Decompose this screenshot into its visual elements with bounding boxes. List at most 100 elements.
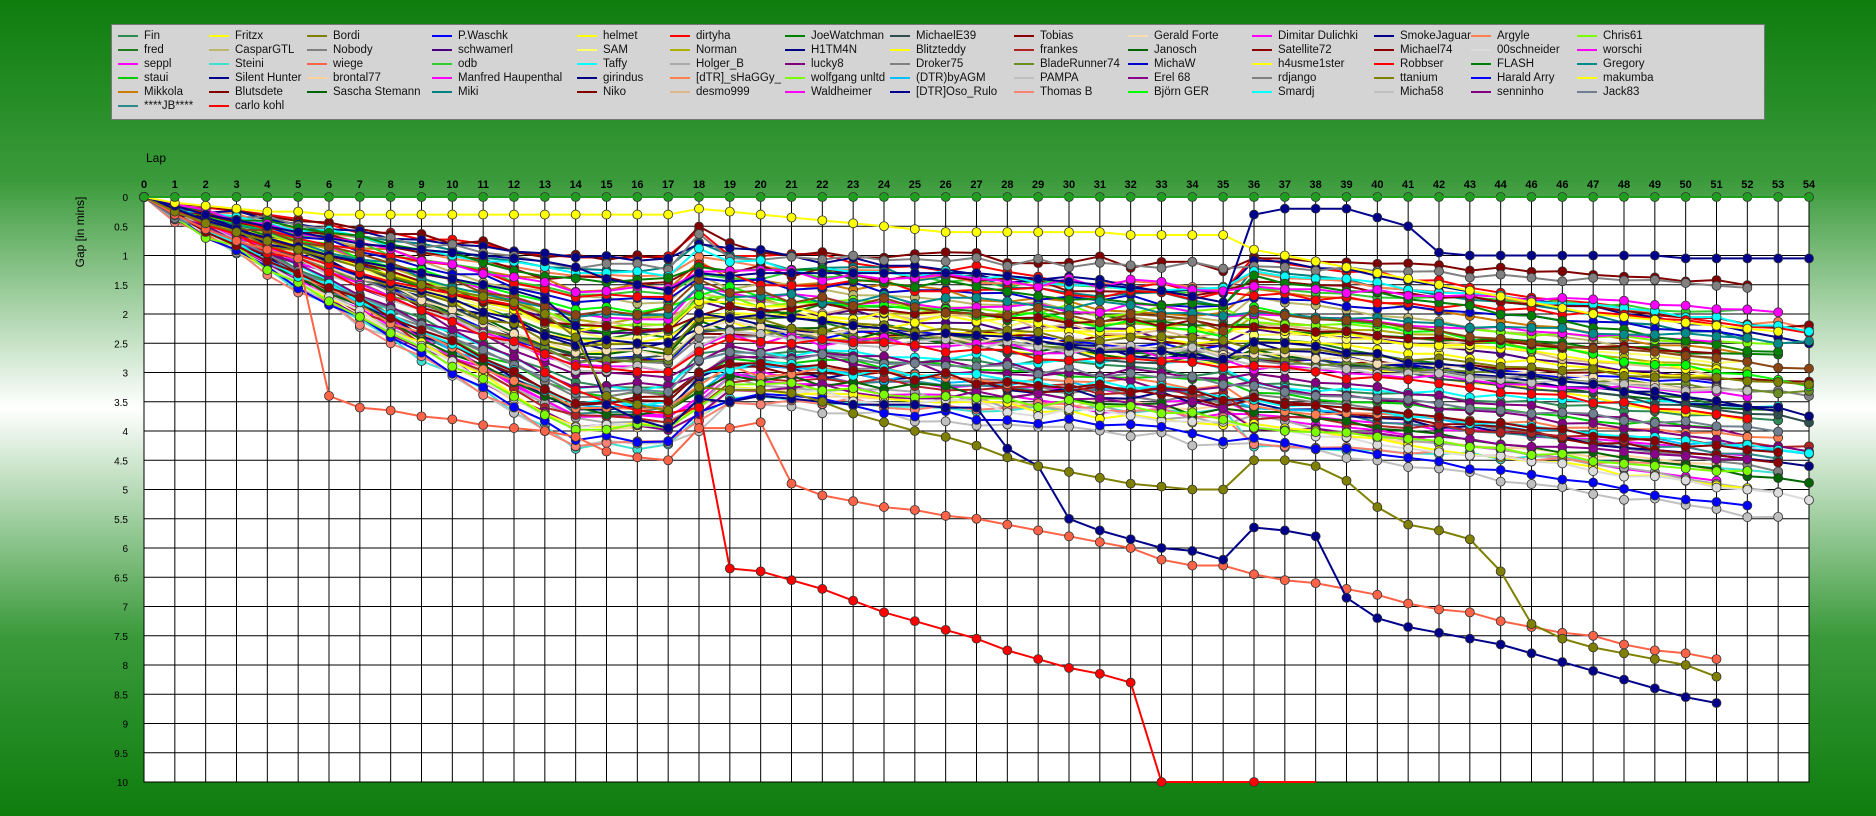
y-tick-label: 4: [122, 427, 128, 438]
data-point: [447, 361, 458, 372]
y-tick-label: 0.5: [114, 222, 128, 233]
data-point: [447, 316, 458, 327]
data-point: [724, 347, 735, 358]
data-point: [1588, 466, 1599, 476]
x-tick-label: 54: [1803, 179, 1816, 191]
data-point: [1526, 450, 1537, 460]
data-point: [1434, 368, 1444, 379]
data-point: [817, 334, 828, 345]
data-point: [940, 431, 951, 442]
x-tick-label: 31: [1094, 179, 1106, 191]
data-point: [324, 390, 334, 401]
data-point: [1249, 337, 1259, 348]
data-point: [539, 309, 550, 319]
data-point: [909, 268, 920, 278]
data-point: [1094, 317, 1105, 328]
data-point: [848, 218, 859, 229]
data-point: [909, 317, 920, 328]
data-point: [385, 328, 396, 339]
data-point: [1773, 426, 1784, 437]
data-point: [1557, 458, 1568, 469]
data-point: [1588, 408, 1599, 419]
data-point: [262, 221, 273, 232]
data-point: [1187, 416, 1198, 427]
x-tick-label: 53: [1772, 179, 1784, 191]
data-point: [1002, 452, 1013, 463]
data-point: [447, 247, 458, 258]
data-point: [601, 334, 612, 345]
data-point: [1434, 456, 1444, 467]
data-point: [755, 255, 766, 266]
y-tick-label: 2.5: [114, 339, 128, 350]
data-point: [447, 414, 458, 425]
data-point: [1773, 447, 1784, 458]
data-point: [1279, 426, 1290, 436]
data-point: [940, 416, 951, 427]
data-point: [1249, 209, 1259, 220]
data-point: [416, 342, 427, 353]
data-point: [1619, 446, 1629, 457]
data-point: [1002, 261, 1013, 272]
data-point: [909, 505, 920, 515]
data-point: [1680, 317, 1691, 328]
data-point: [1711, 671, 1722, 682]
data-point: [1341, 326, 1352, 337]
data-point: [416, 279, 427, 290]
data-point: [1619, 357, 1629, 367]
data-point: [1341, 301, 1352, 312]
data-point: [478, 420, 489, 431]
data-point: [478, 315, 489, 326]
data-point: [817, 584, 828, 594]
data-point: [1711, 654, 1722, 665]
data-point: [1403, 258, 1414, 269]
x-tick-label: 2: [203, 179, 209, 191]
data-point: [1279, 323, 1290, 334]
data-point: [1310, 578, 1321, 588]
data-point: [1742, 356, 1753, 367]
data-point: [1526, 400, 1537, 411]
data-point: [601, 321, 612, 332]
data-point: [1279, 437, 1290, 448]
data-point: [1649, 449, 1660, 459]
x-tick-label: 42: [1433, 179, 1445, 191]
data-point: [1649, 417, 1660, 428]
data-point: [1434, 411, 1444, 422]
data-point: [1804, 448, 1814, 459]
data-point: [971, 330, 982, 341]
data-point: [1310, 366, 1321, 377]
data-point: [1773, 511, 1784, 522]
data-point: [1434, 326, 1444, 336]
data-point: [1526, 469, 1537, 480]
data-point: [755, 336, 766, 347]
data-point: [1002, 376, 1013, 387]
data-point: [1064, 341, 1074, 351]
data-point: [1033, 354, 1044, 365]
data-point: [539, 384, 550, 395]
data-point: [1526, 441, 1537, 452]
data-point: [200, 209, 211, 220]
x-tick-label: 39: [1340, 179, 1352, 191]
x-tick-label: 50: [1680, 179, 1692, 191]
data-point: [1279, 284, 1290, 295]
data-point: [1218, 362, 1229, 373]
data-point: [1742, 466, 1753, 476]
data-point: [1619, 415, 1629, 426]
data-point: [909, 616, 920, 627]
data-point: [1372, 589, 1383, 600]
data-point: [385, 209, 396, 220]
data-point: [1649, 471, 1660, 482]
data-point: [786, 478, 797, 489]
data-point: [1526, 619, 1537, 629]
data-point: [909, 411, 920, 422]
data-point: [1464, 416, 1475, 427]
data-point: [1557, 266, 1568, 277]
data-point: [1711, 482, 1722, 493]
data-point: [724, 301, 735, 311]
data-point: [324, 209, 334, 220]
data-point: [1218, 297, 1229, 308]
data-point: [1249, 392, 1259, 403]
data-point: [1526, 322, 1537, 333]
data-point: [1526, 338, 1537, 349]
data-point: [1619, 386, 1629, 397]
data-point: [1156, 311, 1167, 321]
